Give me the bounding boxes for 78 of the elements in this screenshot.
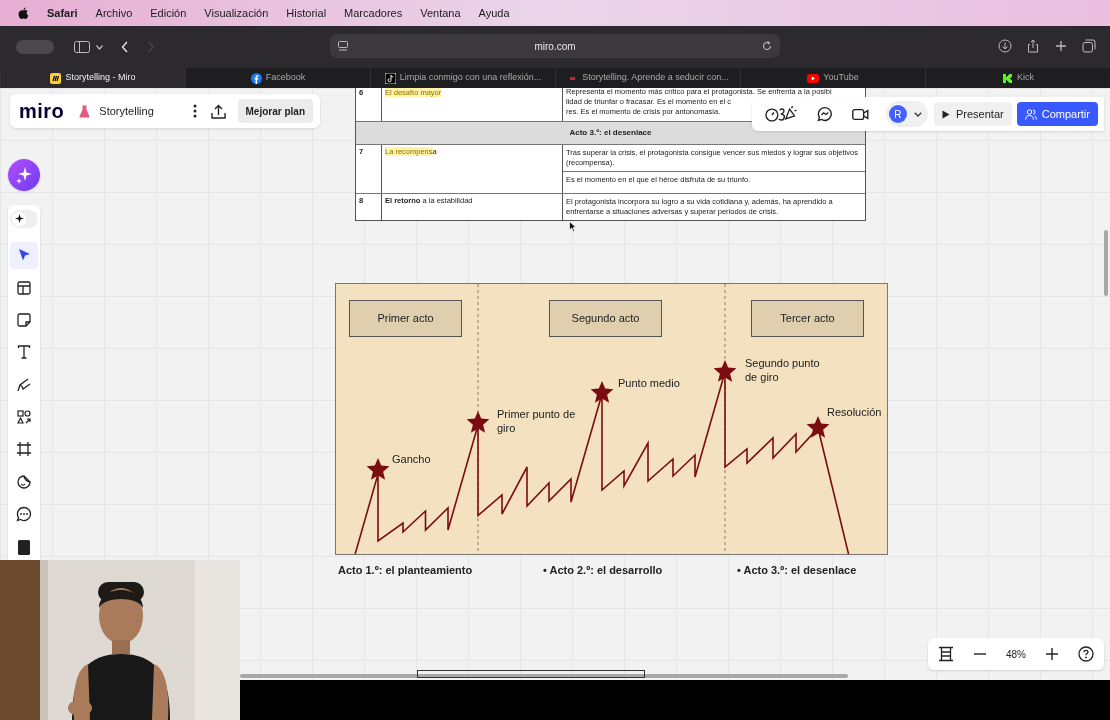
fit-frame-icon[interactable] bbox=[937, 646, 954, 662]
people-icon bbox=[1024, 108, 1037, 120]
layout-icon bbox=[15, 278, 33, 297]
section-heading: Acto 3.º: el desenlace bbox=[569, 128, 652, 138]
sparkle-icon bbox=[15, 166, 33, 184]
youtube-favicon-icon bbox=[807, 73, 820, 83]
horizontal-scrollbar[interactable] bbox=[240, 674, 848, 678]
help-icon[interactable] bbox=[1078, 646, 1095, 662]
zoom-level: 48% bbox=[1005, 647, 1026, 662]
zoom-in-icon[interactable] bbox=[1045, 647, 1060, 661]
turning-point-label: Punto medio bbox=[618, 376, 680, 390]
turning-point-label: Gancho bbox=[392, 452, 431, 466]
turning-point-label: Primer punto de giro bbox=[497, 407, 577, 435]
user-menu[interactable]: R bbox=[886, 101, 928, 127]
menu-item[interactable]: Archivo bbox=[95, 4, 133, 22]
user-avatar[interactable]: R bbox=[889, 105, 907, 123]
video-camera-icon[interactable] bbox=[852, 107, 869, 121]
upgrade-button[interactable]: Mejorar plan bbox=[237, 99, 313, 123]
new-tab-icon[interactable] bbox=[1054, 39, 1068, 53]
miro-logo[interactable]: miro bbox=[19, 96, 65, 126]
star-icon bbox=[466, 411, 490, 433]
ai-toggle[interactable] bbox=[10, 210, 38, 228]
menu-item[interactable]: Ventana bbox=[420, 4, 461, 22]
menu-item[interactable]: Ayuda bbox=[478, 4, 510, 22]
share-button[interactable]: Compartir bbox=[1016, 102, 1098, 126]
star-icon bbox=[590, 381, 614, 403]
vertical-scrollbar[interactable] bbox=[1104, 230, 1108, 296]
tiktok-favicon-icon bbox=[384, 72, 396, 84]
menu-item[interactable]: Visualización bbox=[204, 4, 269, 22]
text-icon bbox=[15, 343, 33, 362]
star-icon bbox=[806, 416, 830, 438]
reload-icon[interactable] bbox=[762, 41, 772, 51]
act-caption: • Acto 3.º: el desenlace bbox=[737, 563, 857, 578]
url-text: miro.com bbox=[533, 39, 577, 54]
tool-button[interactable] bbox=[10, 241, 38, 269]
act-label: Tercer acto bbox=[751, 300, 864, 337]
sticky-note-icon bbox=[15, 310, 33, 329]
address-bar[interactable]: miro.com bbox=[330, 34, 780, 58]
download-icon[interactable] bbox=[998, 39, 1012, 53]
facebook-favicon-icon bbox=[250, 72, 262, 84]
chat-icon[interactable] bbox=[816, 106, 833, 122]
frame-icon bbox=[15, 440, 33, 459]
page-icon bbox=[338, 40, 348, 52]
present-button[interactable]: Presentar bbox=[934, 102, 1012, 126]
menu-item[interactable]: Edición bbox=[150, 4, 187, 22]
miro-favicon-icon bbox=[50, 72, 62, 84]
timer-reactions-icon[interactable] bbox=[765, 105, 797, 123]
act-label: Primer acto bbox=[349, 300, 462, 337]
act-caption: Acto 1.º: el planteamiento bbox=[338, 563, 473, 578]
menu-item[interactable]: Historial bbox=[286, 4, 327, 22]
star-icon bbox=[713, 360, 737, 382]
more-options-icon[interactable] bbox=[192, 104, 197, 118]
shapes-icon bbox=[15, 407, 33, 426]
play-icon bbox=[942, 109, 950, 119]
flask-icon bbox=[79, 104, 91, 118]
chevron-down-icon[interactable] bbox=[914, 111, 922, 117]
sparkle-icon bbox=[14, 214, 24, 224]
comment-icon bbox=[15, 505, 33, 523]
ai-assistant-button[interactable] bbox=[8, 159, 40, 191]
back-icon[interactable] bbox=[121, 41, 129, 53]
tab-overview-icon[interactable] bbox=[1082, 39, 1096, 53]
chevron-down-icon[interactable] bbox=[96, 44, 103, 50]
sidebar-icon[interactable] bbox=[74, 41, 90, 53]
share-icon[interactable] bbox=[1026, 39, 1040, 53]
star-icon bbox=[366, 458, 390, 480]
upload-icon[interactable] bbox=[210, 103, 226, 119]
app-menu[interactable]: Safari bbox=[47, 4, 78, 22]
kick-favicon-icon bbox=[1002, 72, 1013, 84]
browser-tab[interactable]: Storytelling - Miro bbox=[0, 68, 185, 88]
turning-point-label: Segundo punto de giro bbox=[745, 356, 821, 384]
turning-point-label: Resolución bbox=[827, 405, 882, 419]
sticker-icon bbox=[15, 472, 33, 491]
more-tools-icon bbox=[15, 537, 33, 556]
act-caption: • Acto 2.º: el desarrollo bbox=[543, 563, 663, 578]
apple-logo-icon[interactable] bbox=[18, 6, 29, 20]
board-title[interactable]: Storytelling bbox=[99, 102, 154, 120]
menu-item[interactable]: Marcadores bbox=[344, 4, 403, 22]
act-label: Segundo acto bbox=[549, 300, 662, 337]
